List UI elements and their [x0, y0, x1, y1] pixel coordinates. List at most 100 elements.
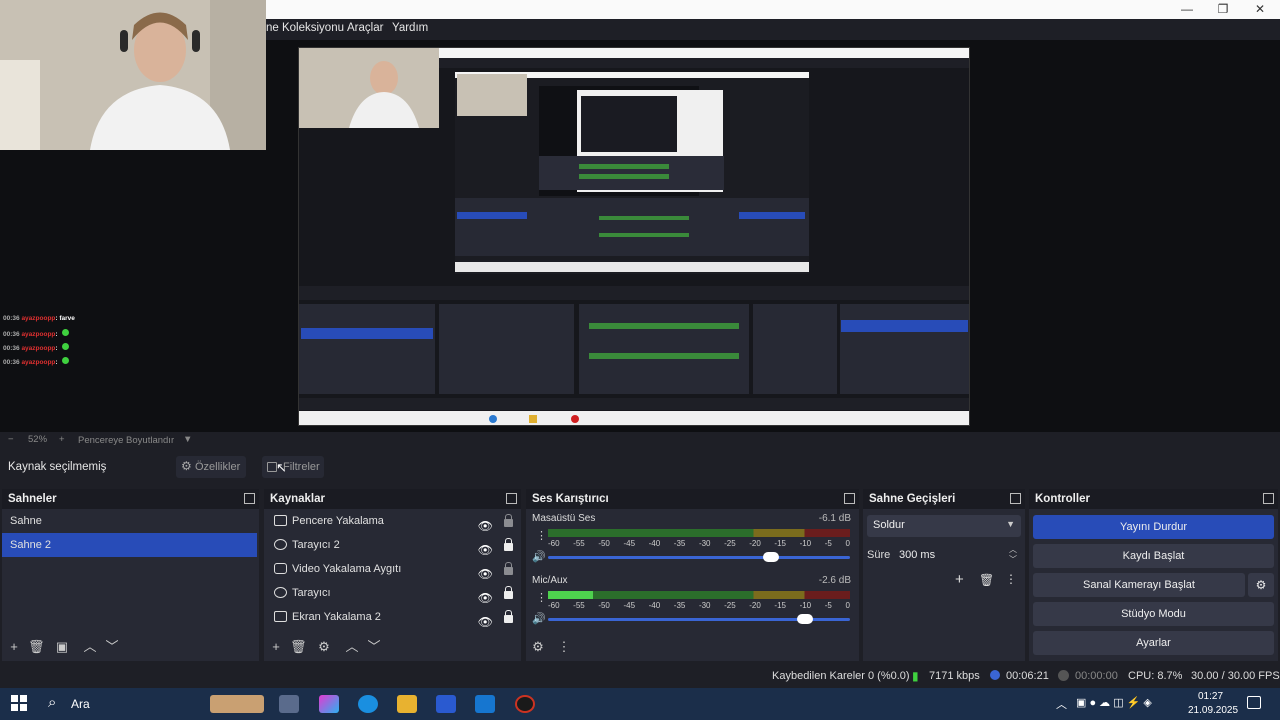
transition-value: Soldur — [873, 519, 905, 531]
chat-line: 00:36 ayazpoopp: farve — [3, 315, 75, 322]
scenes-toolbar: + 🗑 ▣ ︿ ﹀ — [2, 633, 259, 661]
channel-name: Masaüstü Ses — [532, 513, 596, 524]
duration-spinbox[interactable]: 300 ms ︿ ﹀ — [893, 544, 1021, 566]
kebab-menu-icon[interactable]: ⋮ — [1005, 572, 1017, 586]
source-item[interactable]: Video Yakalama Aygıtı 👁 — [264, 557, 521, 581]
arrow-up-icon[interactable]: ︿ — [82, 639, 98, 655]
scene-item[interactable]: Sahne 2 — [2, 533, 257, 557]
gear-icon[interactable]: ⚙ — [316, 639, 332, 655]
chat-time: 00:36 — [3, 359, 20, 366]
volume-slider[interactable] — [548, 614, 850, 624]
zoom-in-button[interactable]: + — [59, 434, 65, 445]
filters-button[interactable]: Filtreler — [262, 456, 324, 478]
chevron-down-icon[interactable]: ▼ — [183, 434, 192, 445]
taskbar-search[interactable]: Ara — [71, 697, 90, 711]
undock-icon[interactable] — [844, 493, 855, 504]
lock-icon[interactable] — [504, 586, 513, 599]
clock-time[interactable]: 01:27 — [1198, 691, 1223, 702]
trash-icon[interactable]: 🗑 — [28, 639, 45, 655]
obs-icon[interactable] — [515, 695, 535, 713]
source-item[interactable]: Tarayıcı 2 👁 — [264, 533, 521, 557]
duration-label: Süre — [867, 549, 891, 561]
kebab-menu-icon[interactable]: ⋮ — [536, 529, 547, 542]
tray-icons[interactable]: ▣ ● ☁ ◫ ⚡ ◈ — [1076, 696, 1152, 709]
source-label: Tarayıcı — [292, 587, 331, 599]
undock-icon[interactable] — [506, 493, 517, 504]
properties-button[interactable]: ⚙ Özellikler — [176, 456, 246, 478]
start-virtual-cam-button[interactable]: Sanal Kamerayı Başlat — [1033, 573, 1245, 597]
filter-icon[interactable]: ▣ — [54, 639, 70, 655]
copilot-icon[interactable] — [319, 695, 339, 713]
duration-value: 300 ms — [899, 549, 936, 561]
undock-icon[interactable] — [244, 493, 255, 504]
arrow-up-icon[interactable]: ︿ — [344, 639, 360, 655]
minimize-button[interactable]: — — [1169, 0, 1205, 19]
undock-icon[interactable] — [1010, 493, 1021, 504]
source-item[interactable]: Tarayıcı 👁 — [264, 581, 521, 605]
outlook-icon[interactable] — [475, 695, 495, 713]
speaker-icon[interactable]: 🔊 — [532, 612, 546, 625]
webcam-feed — [0, 0, 266, 150]
transition-select[interactable]: Soldur ▼ — [867, 515, 1021, 537]
lock-icon[interactable] — [504, 514, 513, 527]
windows-start-icon[interactable] — [11, 695, 27, 711]
clock-date[interactable]: 21.09.2025 — [1188, 705, 1238, 716]
preview-canvas[interactable] — [298, 47, 970, 426]
add-icon[interactable]: + — [268, 639, 284, 655]
lock-icon[interactable] — [504, 610, 513, 623]
notification-icon[interactable] — [1247, 696, 1261, 709]
volume-slider[interactable] — [548, 552, 850, 562]
chevron-down-icon[interactable]: ﹀ — [1009, 554, 1017, 565]
settings-button[interactable]: Ayarlar — [1033, 631, 1274, 655]
volume-knob[interactable] — [763, 552, 780, 562]
sources-list: Pencere Yakalama 👁 Tarayıcı 2 👁 Video Ya… — [264, 509, 521, 629]
scale-tick: -60 — [548, 539, 560, 548]
menu-scene-collection[interactable]: ne Koleksiyonu — [266, 22, 344, 34]
scene-item[interactable]: Sahne — [2, 509, 259, 533]
lock-icon[interactable] — [504, 538, 513, 551]
task-view-icon[interactable] — [279, 695, 299, 713]
kebab-menu-icon[interactable]: ⋮ — [556, 639, 572, 655]
folder-icon[interactable] — [397, 695, 417, 713]
zoom-mode-select[interactable]: Pencereye Boyutlandır — [78, 435, 174, 446]
zoom-out-button[interactable]: − — [8, 434, 14, 445]
menu-help[interactable]: Yardım — [392, 22, 428, 34]
maximize-button[interactable]: ❐ — [1205, 0, 1241, 19]
gear-icon[interactable]: ⚙ — [530, 639, 546, 655]
dock-title: Ses Karıştırıcı — [526, 489, 859, 509]
add-icon[interactable]: + — [955, 571, 964, 588]
store-icon[interactable] — [436, 695, 456, 713]
menu-tools[interactable]: Araçlar — [347, 22, 383, 34]
speaker-icon[interactable]: 🔊 — [532, 550, 546, 563]
virtual-cam-settings-button[interactable]: ⚙ — [1248, 573, 1274, 597]
source-item[interactable]: Pencere Yakalama 👁 — [264, 509, 521, 533]
search-icon[interactable]: ⌕ — [48, 694, 56, 711]
kebab-menu-icon[interactable]: ⋮ — [536, 591, 547, 604]
scenes-title: Sahneler — [8, 493, 57, 505]
volume-knob[interactable] — [796, 614, 813, 624]
chat-time: 00:36 — [3, 345, 20, 352]
start-record-button[interactable]: Kaydı Başlat — [1033, 544, 1274, 568]
stream-time: 00:06:21 — [1006, 670, 1049, 682]
arrow-down-icon[interactable]: ﹀ — [104, 639, 120, 655]
arrow-down-icon[interactable]: ﹀ — [366, 639, 382, 655]
scale-tick: -20 — [749, 539, 761, 548]
source-item[interactable]: Ekran Yakalama 2 👁 — [264, 605, 521, 629]
dropped-frames: Kaybedilen Kareler 0 (%0.0) — [772, 670, 910, 682]
widgets-icon[interactable] — [210, 695, 264, 713]
studio-mode-button[interactable]: Stüdyo Modu — [1033, 602, 1274, 626]
chat-user: ayazpoopp — [21, 345, 56, 352]
eye-icon[interactable]: 👁 — [478, 610, 493, 634]
lock-icon[interactable] — [504, 562, 513, 575]
properties-label: Özellikler — [195, 461, 241, 473]
scale-tick: -30 — [698, 539, 711, 548]
add-icon[interactable]: + — [6, 639, 22, 655]
chevron-up-icon[interactable]: ︿ — [1056, 696, 1067, 712]
edge-icon[interactable] — [358, 695, 378, 713]
trash-icon[interactable]: 🗑 — [290, 639, 307, 655]
trash-icon[interactable]: 🗑 — [979, 573, 994, 587]
stop-stream-button[interactable]: Yayını Durdur — [1033, 515, 1274, 539]
close-button[interactable]: ✕ — [1242, 0, 1278, 19]
undock-icon[interactable] — [1263, 493, 1274, 504]
scale-tick: -35 — [673, 601, 686, 610]
